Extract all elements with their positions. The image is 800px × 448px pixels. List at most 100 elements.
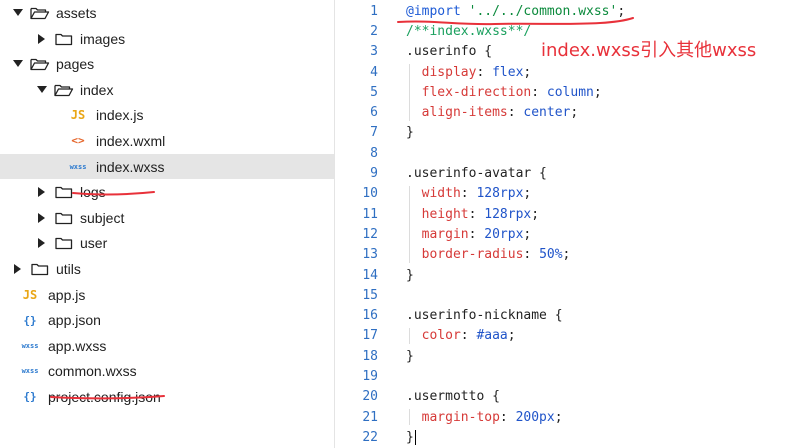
code-text: margin-top: 200px; [406,410,563,425]
code-token: align-items [406,105,508,121]
code-token: .userinfo-nickname { [406,308,563,324]
code-token: : [531,84,547,100]
chevron-right-icon[interactable] [36,33,48,45]
tree-folder[interactable]: logs [0,179,334,205]
tree-file[interactable]: wxss index.wxss [0,153,334,180]
tree-item-label: app.wxss [48,337,107,354]
code-token: } [406,267,414,283]
chevron-right-icon[interactable] [36,186,48,198]
tree-item-label: index.wxml [96,132,166,149]
chevron-down-icon[interactable] [36,84,48,96]
tree-file[interactable]: wxss common.wxss [0,359,334,385]
code-line[interactable]: 21 margin-top: 200px; [336,407,800,427]
code-line[interactable]: 9 .userinfo-avatar { [336,163,800,183]
code-token: .usermotto { [406,389,500,405]
code-line[interactable]: 18} [336,346,800,366]
folder-icon [54,31,74,47]
code-text: .usermotto { [406,389,500,404]
tree-file[interactable]: wxss app.wxss [0,333,334,359]
folder-open-icon [30,5,50,21]
code-token: .userinfo-avatar { [406,166,547,182]
code-line[interactable]: 11 height: 128rpx; [336,204,800,224]
code-line[interactable]: 7} [336,123,800,143]
tree-folder[interactable]: images [0,26,334,52]
folder-icon [54,210,74,226]
code-text: border-radius: 50%; [406,247,571,263]
tree-item-label: pages [56,56,95,73]
code-line[interactable]: 5 flex-direction: column; [336,82,800,102]
tree-file[interactable]: JS app.js [0,282,334,308]
line-number: 12 [362,226,378,242]
code-line[interactable]: 14} [336,265,800,285]
tree-folder[interactable]: utils [0,256,334,282]
code-line[interactable]: 10 width: 128rpx; [336,184,800,204]
tree-folder[interactable]: user [0,231,334,257]
line-number: 11 [362,206,378,222]
tree-folder[interactable]: assets [0,0,334,26]
code-token: .userinfo { [406,44,493,60]
code-token: display [406,64,477,80]
tree-folder[interactable]: pages [0,51,334,77]
chevron-down-icon[interactable] [12,7,24,19]
tree-file[interactable]: <> index.wxml [0,128,334,154]
chevron-right-icon[interactable] [12,263,24,275]
code-line[interactable]: 12 margin: 20rpx; [336,224,800,244]
code-token: 50% [539,247,563,263]
code-text: width: 128rpx; [406,186,532,201]
code-line[interactable]: 4 display: flex; [336,62,800,82]
code-text: } [406,268,414,283]
code-token: ; [507,328,516,344]
chevron-right-icon[interactable] [36,212,48,224]
tree-file[interactable]: {} app.json [0,307,334,333]
code-text: .userinfo { [406,44,492,59]
folder-icon [30,261,50,277]
code-text: height: 128rpx; [406,207,539,222]
code-token: margin-top [406,409,500,425]
annotation-underline-index-wxss [72,191,155,196]
tree-file[interactable]: JS index.js [0,103,334,129]
tree-folder[interactable]: subject [0,205,334,231]
code-line[interactable]: 13 border-radius: 50%; [336,245,800,265]
code-editor[interactable]: 1 @import '../../common.wxss'; 2/**index.w… [336,0,800,448]
line-number: 6 [370,105,378,121]
code-line[interactable]: 15 [336,285,800,305]
code-text: align-items: center; [406,105,579,121]
code-line[interactable]: 17 color: #aaa; [336,326,800,346]
tree-item-label: user [80,235,108,252]
code-token: : [523,247,540,263]
code-token: : [507,105,524,121]
code-text: } [406,125,414,140]
line-number: 9 [370,166,378,182]
tree-item-label: index [80,81,114,98]
code-line[interactable]: 6 align-items: center; [336,103,800,123]
code-token: ; [562,247,571,263]
folder-open-icon [30,56,50,72]
tree-item-label: utils [56,260,81,277]
code-token: margin [406,226,469,242]
line-number: 2 [370,23,378,39]
line-number: 21 [362,409,378,425]
code-line[interactable]: 8 [336,143,800,163]
annotation-text: index.wxss引入其他wxss [541,40,757,61]
line-number: 20 [362,389,378,405]
code-line[interactable]: 20 .usermotto { [336,387,800,407]
folder-icon [54,235,74,251]
code-token: } [406,125,414,141]
tree-item-label: images [80,30,126,47]
code-line[interactable]: 22} [336,427,800,447]
code-token: ; [593,84,602,100]
chevron-down-icon[interactable] [12,58,24,70]
code-text: display: flex; [406,64,532,80]
tree-folder[interactable]: index [0,77,334,103]
code-text: } [406,429,417,445]
code-line[interactable]: 19 [336,366,800,386]
line-number: 15 [362,287,378,303]
wxss-file-icon: wxss [21,367,39,376]
tree-item-label: index.wxss [96,158,165,175]
wxss-file-icon: wxss [69,162,87,171]
chevron-right-icon[interactable] [36,237,48,249]
code-text: .userinfo-nickname { [406,308,563,323]
code-line[interactable]: 16 .userinfo-nickname { [336,306,800,326]
code-text: .userinfo-avatar { [406,166,547,181]
tree-item-label: subject [80,209,125,226]
